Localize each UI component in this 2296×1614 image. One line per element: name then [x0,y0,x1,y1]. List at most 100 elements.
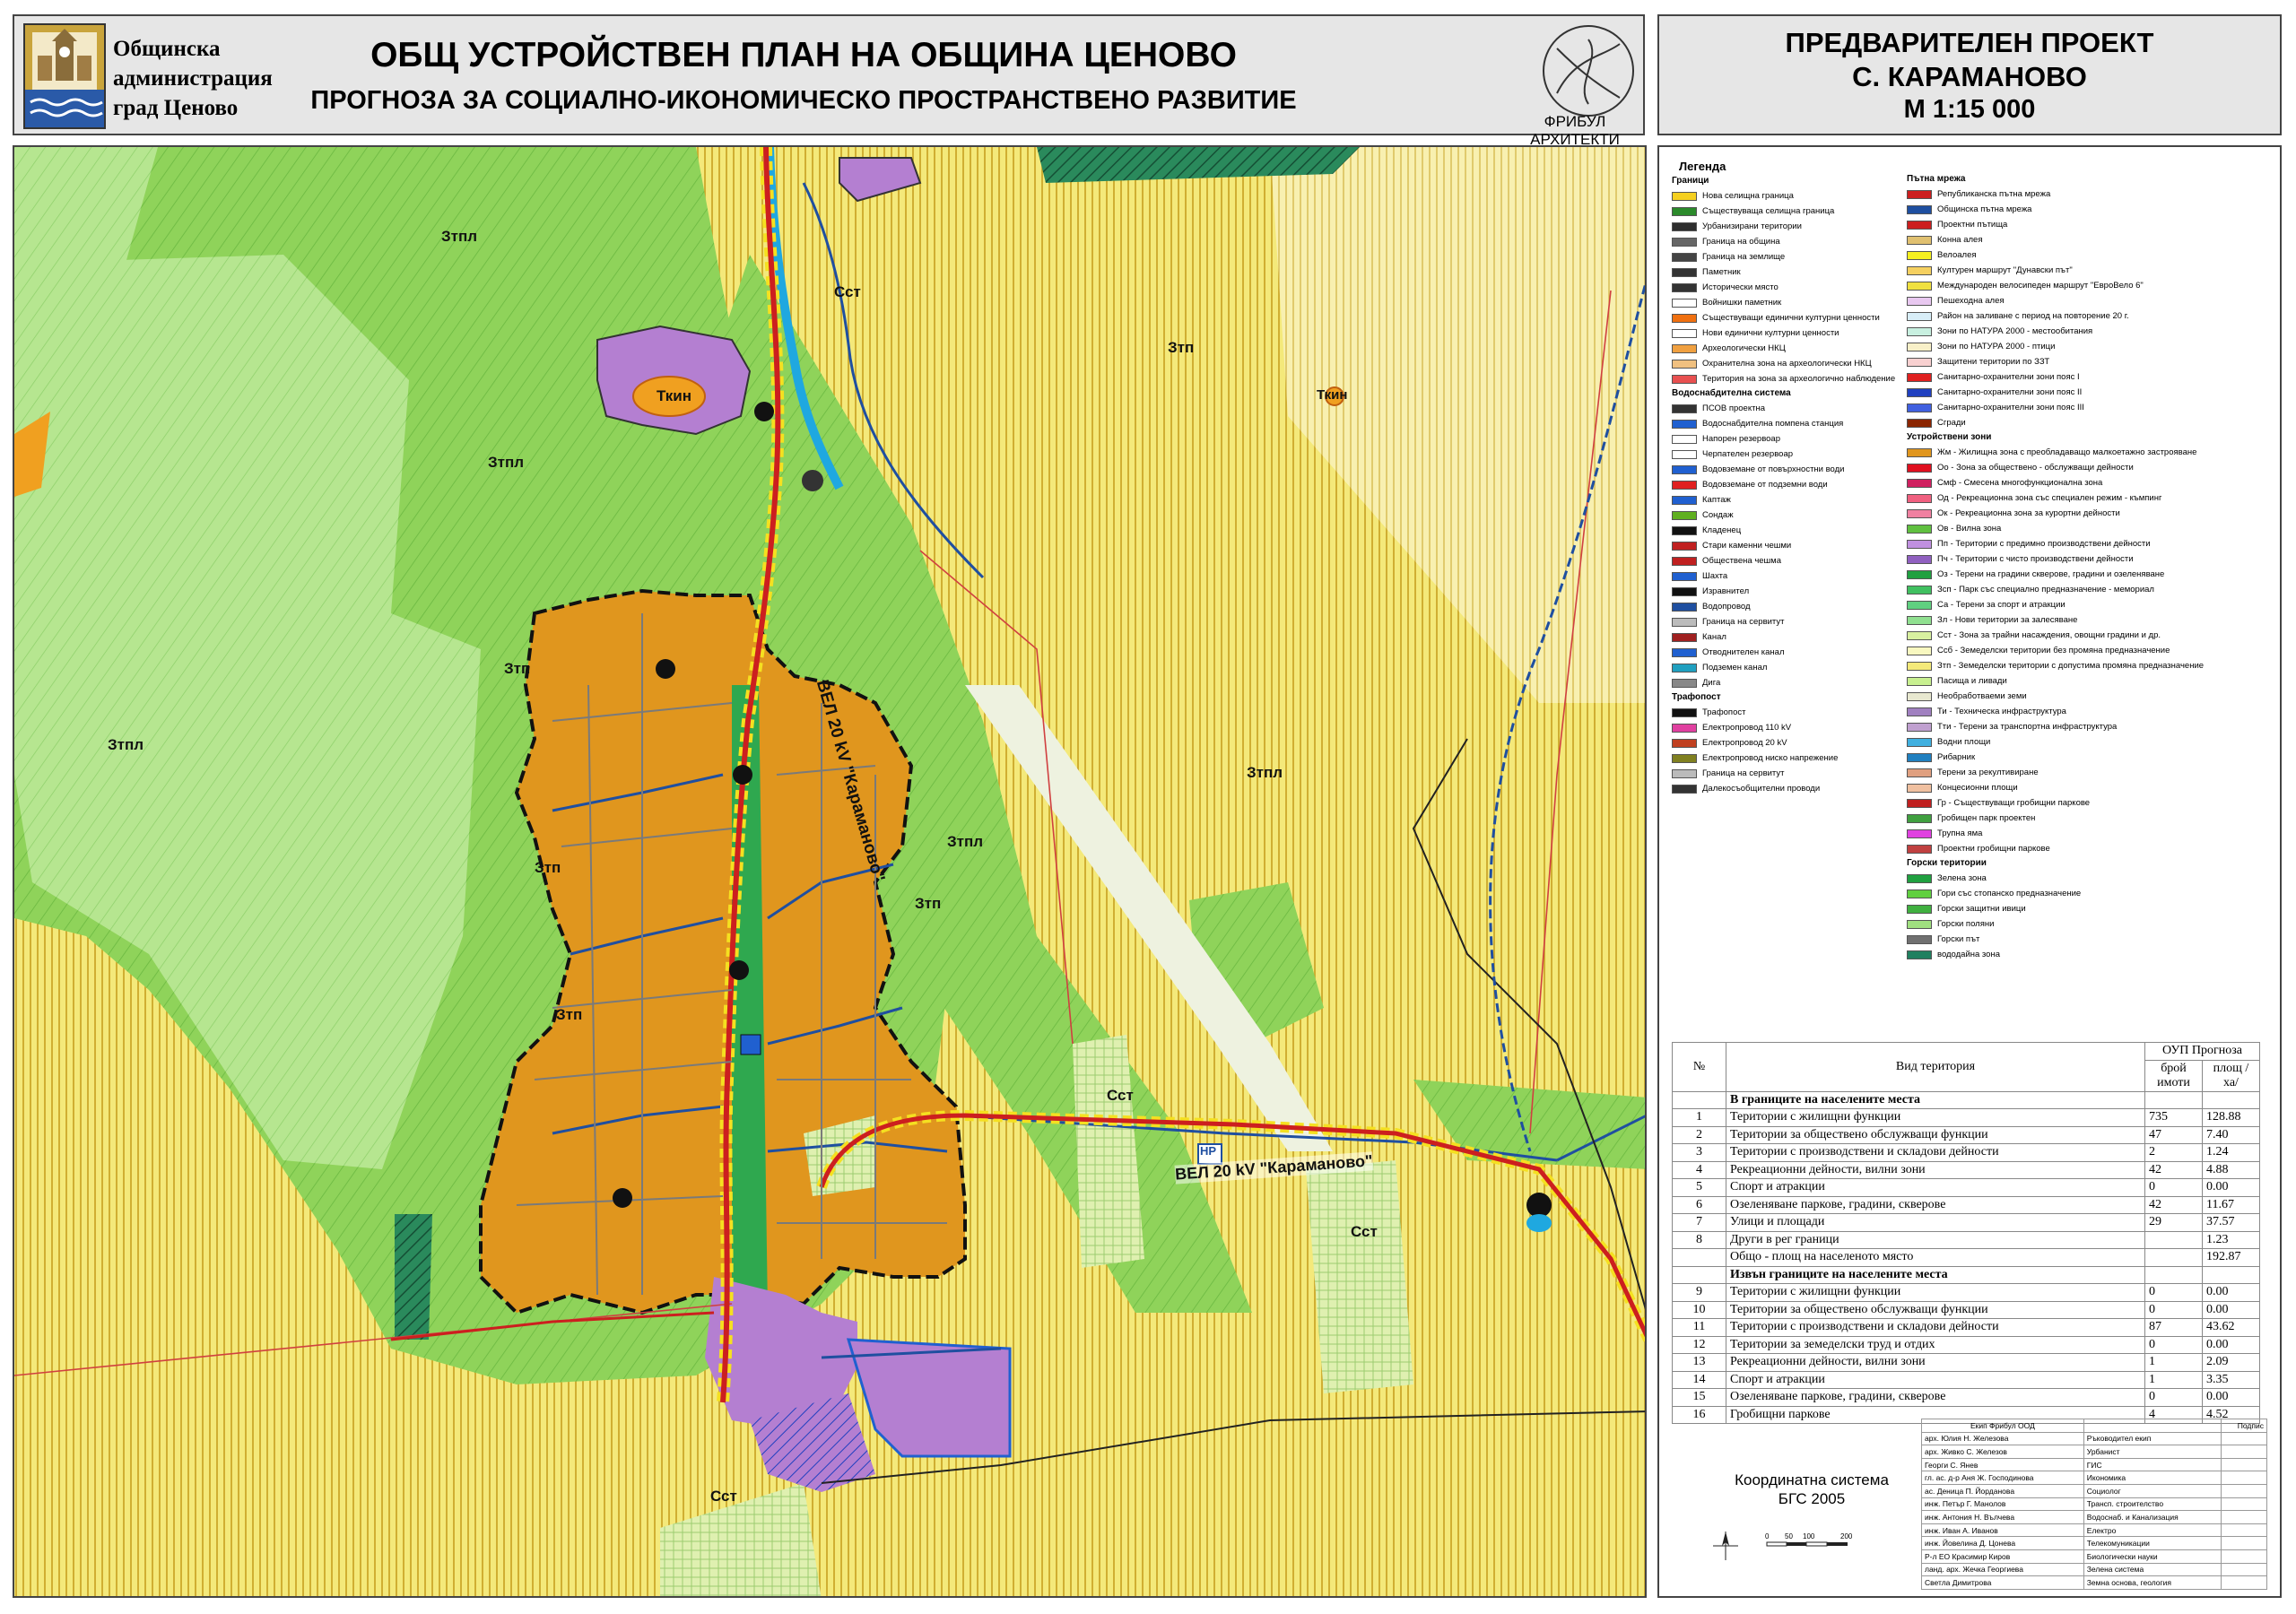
legend-label: Водовземане от повърхностни води [1702,464,1845,474]
team-role: Ръководител екип [2083,1431,2222,1446]
legend-title: Легенда [1679,160,1726,173]
legend-label: Шахта [1702,570,1728,581]
col-header: № [1672,1042,1726,1092]
legend-label: Пч - Територии с чисто производствени де… [1937,553,2134,564]
legend-swatch [1907,281,1932,291]
legend-swatch [1907,554,1932,564]
legend-swatch [1907,403,1932,412]
legend-label: Трафопост [1702,707,1746,717]
team-role: Трансп. строителство [2083,1497,2222,1512]
legend-label: Територия на зона за археологично наблюд… [1702,373,1896,384]
project-title-panel: ПРЕДВАРИТЕЛЕН ПРОЕКТ С. КАРАМАНОВО М 1:1… [1657,14,2282,135]
legend-item: Концесионни площи [1907,780,2274,795]
team-role: Зелена система [2083,1562,2222,1577]
team-member: арх. Юлия Н. Железова [1921,1431,2084,1446]
legend-label: Од - Рекреационна зона със специален реж… [1937,492,2162,503]
legend-swatch [1672,464,1697,474]
legend-label: Урбанизирани територии [1702,221,1802,231]
legend-item: Трупна яма [1907,826,2274,841]
legend-label: Велоалея [1937,249,1977,260]
legend-swatch [1907,463,1932,473]
signature-cell [2221,1523,2267,1538]
table-cell-area: 11.67 [2202,1195,2260,1214]
scale-tick: 50 [1785,1532,1793,1540]
legend-label: Гори със стопанско предназначение [1937,888,2082,898]
legend-swatch [1907,342,1932,351]
legend-swatch [1672,419,1697,429]
legend-item: Конна алея [1907,232,2274,247]
zoning-map[interactable]: Зтпл Зтпл Зтпл Зтпл Зтпл Зтп Зтп Зтп Зтп… [13,145,1647,1598]
legend-label: Граница на община [1702,236,1780,247]
table-cell-no: 12 [1672,1335,1726,1354]
legend-label: Концесионни площи [1937,782,2018,793]
legend-label: Отводнителен канал [1702,646,1785,657]
legend-label: Електропровод ниско напрежение [1702,752,1839,763]
legend-label: ПСОВ проектна [1702,403,1765,413]
table-cell-area: 1.23 [2202,1230,2260,1249]
legend-swatch [1907,707,1932,716]
legend-item: Защитени територии по ЗЗТ [1907,354,2274,369]
legend-item: Зл - Нови територии за залесяване [1907,612,2274,628]
table-cell-count: 42 [2144,1160,2203,1179]
legend-swatch [1907,889,1932,898]
table-cell-name: Общо - площ на населеното място [1726,1248,2145,1267]
legend-swatch [1907,783,1932,793]
table-cell-area: 7.40 [2202,1125,2260,1144]
legend-item: Проектни гробищни паркове [1907,841,2274,856]
table-cell-name: Територии за земеделски труд и отдих [1726,1335,2145,1354]
legend-item: Санитарно-охранителни зони пояс III [1907,400,2274,415]
team-role: Икономика [2083,1471,2222,1485]
team-row: Светла Димитрова Земна основа, геология [1921,1575,2267,1590]
legend-label: Зсп - Парк със специално предназначение … [1937,584,2154,594]
col-header: ОУП Прогноза [2144,1042,2260,1061]
table-cell-count: 87 [2144,1318,2203,1337]
zone-label: Зтп [915,895,942,912]
legend-item: Пасища и ливади [1907,673,2274,689]
table-cell-count: 735 [2144,1108,2203,1127]
table-row: Общо - площ на населеното място 192.87 [1672,1248,2260,1267]
legend-label: Горски защитни ивици [1937,903,2026,914]
legend-swatch [1672,707,1697,717]
table-cell-area: 0.00 [2202,1300,2260,1319]
zone-label: Зтпл [488,454,525,471]
table-cell-count: 0 [2144,1388,2203,1407]
legend-item: Сгради [1907,415,2274,430]
col-header: Вид територия [1726,1042,2145,1092]
legend-swatch [1907,250,1932,260]
legend-label: Сст - Зона за трайни насаждения, овощни … [1937,629,2161,640]
legend-label: Исторически място [1702,282,1779,292]
legend-swatch [1907,311,1932,321]
legend-item: Сст - Зона за трайни насаждения, овощни … [1907,628,2274,643]
table-cell-name: Територии за обществено обслужващи функц… [1726,1125,2145,1144]
legend-swatch [1672,784,1697,794]
zone-label: Зтпл [441,228,478,245]
table-cell-count: 1 [2144,1353,2203,1372]
legend-swatch [1907,873,1932,883]
legend-swatch [1907,646,1932,655]
legend-label: Напорен резервоар [1702,433,1780,444]
team-role: Електро [2083,1523,2222,1538]
table-cell-area: 4.88 [2202,1160,2260,1179]
table-cell-count: 0 [2144,1335,2203,1354]
legend-item: Водни площи [1907,734,2274,750]
legend-swatch [1672,768,1697,778]
table-cell-name: Територии с производствени и складови де… [1726,1318,2145,1337]
firm-name: ФРИБУЛ АРХИТЕКТИ [1530,113,1620,148]
scale-tick: 0 [1765,1532,1770,1540]
legend-swatch [1907,204,1932,214]
table-cell-no: 14 [1672,1370,1726,1389]
legend-label: Паметник [1702,266,1741,277]
legend-swatch [1672,738,1697,748]
legend-item: Гр - Съществуващи гробищни паркове [1907,795,2274,811]
legend-label: Подземен канал [1702,662,1768,672]
legend-item: Смф - Смесена многофункционална зона [1907,475,2274,490]
table-cell-count: 0 [2144,1178,2203,1197]
legend-label: Кладенец [1702,525,1742,535]
legend-label: Водопровод [1702,601,1751,612]
team-member: Р-л ЕО Красимир Киров [1921,1549,2084,1564]
legend-swatch [1672,434,1697,444]
legend-label: Защитени територии по ЗЗТ [1937,356,2050,367]
legend-label: Зелена зона [1937,872,1987,883]
legend-item: Са - Терени за спорт и атракции [1907,597,2274,612]
signature-cell [2221,1497,2267,1512]
